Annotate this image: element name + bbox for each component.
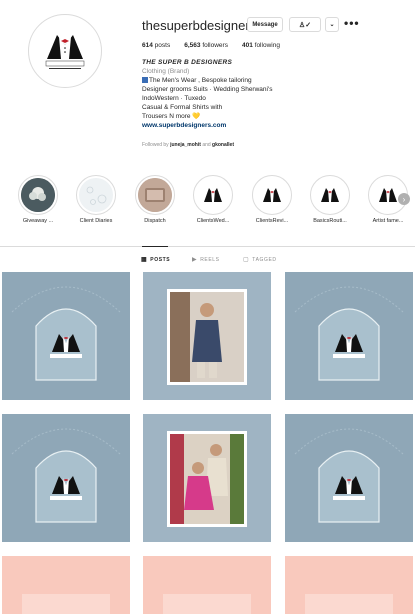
photo-couple <box>167 431 247 527</box>
more-options-icon[interactable]: ••• <box>344 16 360 30</box>
photo-man-in-kurta <box>167 289 247 385</box>
chevron-right-icon: › <box>402 194 406 204</box>
following-count[interactable]: 401 following <box>242 42 280 49</box>
superb-designers-logo <box>30 16 100 86</box>
post-tile[interactable] <box>143 272 271 400</box>
suggested-accounts-button[interactable]: ⌄ <box>325 17 339 32</box>
post-tile[interactable] <box>285 414 413 542</box>
profile-avatar[interactable] <box>28 14 102 88</box>
highlight-item[interactable]: Giveaway ... <box>18 175 58 224</box>
bio-line: Casual & Formal Shirts with <box>142 104 223 111</box>
bio-line: IndoWestern · Tuxedo <box>142 95 206 102</box>
bio-line: The Men's Wear , Bespoke tailoring <box>142 76 342 85</box>
bio-line: Designer grooms Suits · Wedding Sherwani… <box>142 86 273 93</box>
tab-posts[interactable]: ▦ POSTS <box>141 256 170 264</box>
profile-username: thesuperbdesigner <box>142 18 250 33</box>
post-tile[interactable] <box>2 556 130 614</box>
tab-reels[interactable]: ▶ REELS <box>192 256 220 264</box>
message-button[interactable]: Message <box>247 17 283 32</box>
active-tab-indicator <box>142 246 168 247</box>
tuxedo-logo-icon <box>321 188 339 202</box>
tag-icon: ▢ <box>243 257 250 263</box>
following-button[interactable]: ♙✓ <box>289 17 321 32</box>
followed-by[interactable]: Followed by juneja_mohit and gkonallet <box>142 142 234 148</box>
grid-icon: ▦ <box>141 257 148 263</box>
post-tile[interactable] <box>285 272 413 400</box>
tab-tagged[interactable]: ▢ TAGGED <box>243 256 277 264</box>
brand-logo-post <box>285 414 413 542</box>
tuxedo-logo-icon <box>204 188 222 202</box>
brand-logo-post <box>2 272 130 400</box>
highlight-item[interactable]: Client Diaries <box>76 175 116 224</box>
highlights-next-button[interactable]: › <box>398 193 410 205</box>
highlight-item[interactable]: BasicsRouti... <box>310 175 350 224</box>
necktie-icon <box>142 77 148 83</box>
followers-count[interactable]: 6,563 followers <box>184 42 228 49</box>
bio-line: Trousers N more 💛 <box>142 113 201 120</box>
chevron-down-icon: ⌄ <box>329 22 335 28</box>
profile-stats: 614 posts 6,563 followers 401 following <box>142 42 280 49</box>
flower-icon <box>21 178 55 212</box>
website-link[interactable]: www.superbdesigners.com <box>142 121 342 130</box>
person-check-icon: ♙✓ <box>298 21 312 29</box>
brand-logo-post <box>2 414 130 542</box>
reels-icon: ▶ <box>192 257 198 263</box>
post-tile[interactable] <box>2 414 130 542</box>
fabric-package-icon <box>138 178 172 212</box>
profile-category: Clothing (Brand) <box>142 68 190 75</box>
posts-count: 614 posts <box>142 42 171 49</box>
post-tile[interactable] <box>285 556 413 614</box>
tabs-divider <box>0 246 415 247</box>
highlight-item[interactable]: Dispatch <box>135 175 175 224</box>
post-tile[interactable] <box>143 414 271 542</box>
post-tile[interactable] <box>143 556 271 614</box>
profile-bio: THE SUPER B DESIGNERS Clothing (Brand) T… <box>142 58 342 130</box>
profile-display-name: THE SUPER B DESIGNERS <box>142 59 233 66</box>
post-tile[interactable] <box>2 272 130 400</box>
highlight-item[interactable]: ClientsWed... <box>193 175 233 224</box>
tuxedo-logo-icon <box>263 188 281 202</box>
brand-logo-post <box>285 272 413 400</box>
highlight-item[interactable]: ClientsRevi... <box>252 175 292 224</box>
floral-pattern-icon <box>79 178 113 212</box>
